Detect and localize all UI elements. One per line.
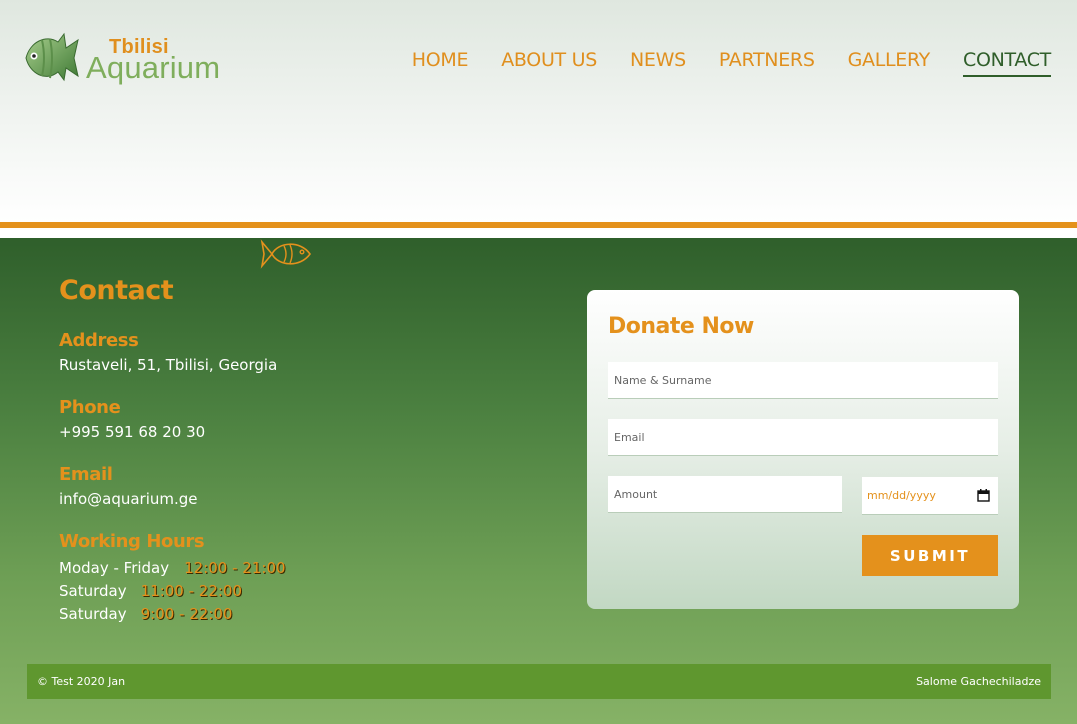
address-label: Address bbox=[59, 330, 139, 351]
amount-input[interactable] bbox=[608, 476, 842, 513]
working-hours-label: Working Hours bbox=[59, 531, 205, 552]
hours-time: 9:00 - 22:00 bbox=[140, 605, 233, 623]
donate-title: Donate Now bbox=[608, 314, 754, 339]
nav-partners[interactable]: PARTNERS bbox=[719, 49, 815, 77]
email-label: Email bbox=[59, 464, 113, 485]
hours-row: Saturday 11:00 - 22:00 bbox=[59, 582, 242, 600]
fish-outline-icon bbox=[260, 239, 311, 269]
donate-form: Donate Now mm/dd/yyyy SUBMIT bbox=[587, 290, 1019, 609]
fish-logo-icon bbox=[25, 32, 79, 82]
calendar-icon[interactable] bbox=[977, 489, 990, 502]
hours-time: 11:00 - 22:00 bbox=[140, 582, 243, 600]
hours-row: Saturday 9:00 - 22:00 bbox=[59, 605, 232, 623]
hours-row: Moday - Friday 12:00 - 21:00 bbox=[59, 559, 286, 577]
name-surname-input[interactable] bbox=[608, 362, 998, 399]
submit-button[interactable]: SUBMIT bbox=[862, 535, 998, 576]
phone-label: Phone bbox=[59, 397, 121, 418]
hours-days: Saturday bbox=[59, 582, 127, 600]
logo-text-aquarium: Aquarium bbox=[86, 50, 221, 85]
hours-days: Saturday bbox=[59, 605, 127, 623]
date-placeholder: mm/dd/yyyy bbox=[867, 489, 936, 502]
footer-author: Salome Gachechiladze bbox=[916, 675, 1041, 688]
hours-time: 12:00 - 21:00 bbox=[184, 559, 286, 577]
footer-bar: © Test 2020 Jan Salome Gachechiladze bbox=[27, 664, 1051, 699]
nav-gallery[interactable]: GALLERY bbox=[848, 49, 931, 77]
logo[interactable]: Tbilisi Aquarium bbox=[24, 28, 244, 90]
nav-news[interactable]: NEWS bbox=[630, 49, 686, 77]
email-value[interactable]: info@aquarium.ge bbox=[59, 490, 198, 508]
hours-days: Moday - Friday bbox=[59, 559, 170, 577]
contact-title: Contact bbox=[59, 275, 174, 306]
phone-value: +995 591 68 20 30 bbox=[59, 423, 206, 441]
main-nav: HOME ABOUT US NEWS PARTNERS GALLERY CONT… bbox=[379, 49, 1051, 77]
contact-section: Contact Address Rustaveli, 51, Tbilisi, … bbox=[0, 238, 1077, 724]
email-input[interactable] bbox=[608, 419, 998, 456]
address-value: Rustaveli, 51, Tbilisi, Georgia bbox=[59, 356, 278, 374]
nav-home[interactable]: HOME bbox=[412, 49, 469, 77]
nav-contact[interactable]: CONTACT bbox=[962, 49, 1051, 77]
header-divider-gap bbox=[0, 228, 1077, 238]
header: Tbilisi Aquarium HOME ABOUT US NEWS PART… bbox=[0, 0, 1077, 222]
footer-copyright: © Test 2020 Jan bbox=[37, 675, 126, 688]
date-input[interactable]: mm/dd/yyyy bbox=[862, 477, 998, 515]
nav-about-us[interactable]: ABOUT US bbox=[501, 49, 597, 77]
